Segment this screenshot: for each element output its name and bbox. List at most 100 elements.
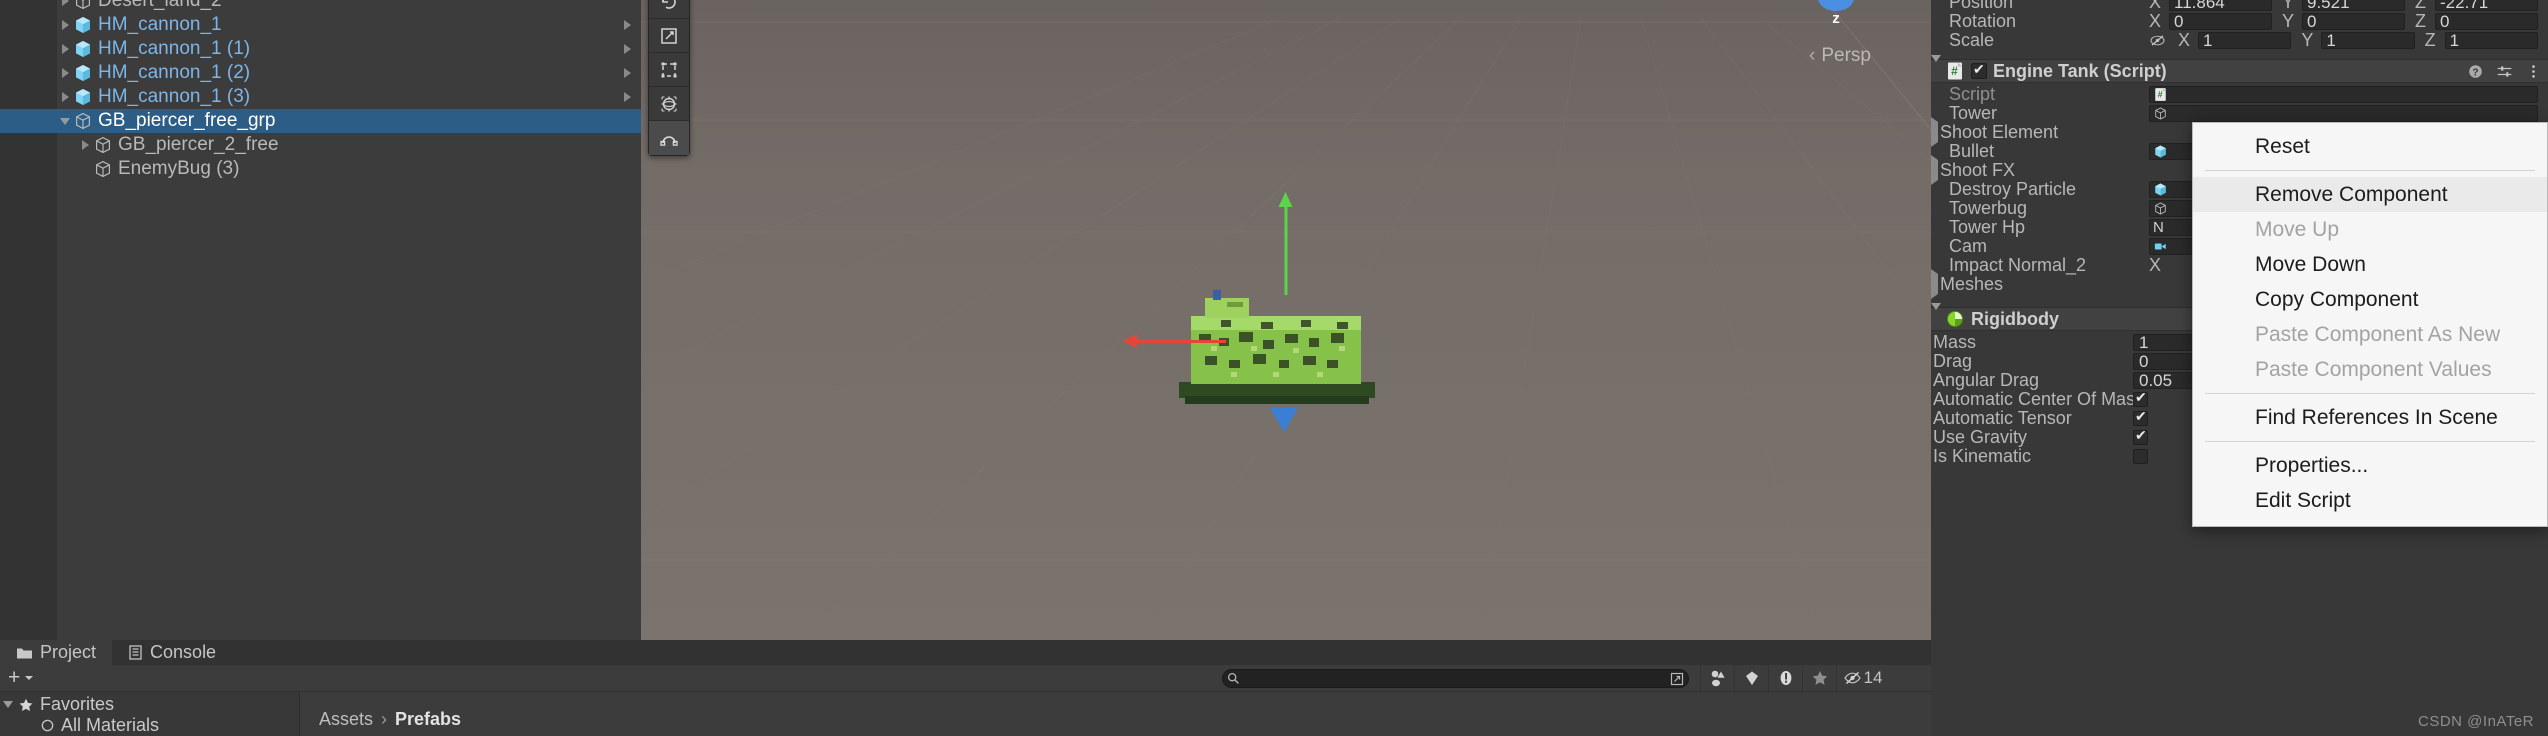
- expand-overflow-icon[interactable]: [624, 13, 631, 37]
- context-menu-item[interactable]: Properties...: [2193, 448, 2547, 483]
- prefab-cube-icon: [76, 0, 90, 10]
- hierarchy-item[interactable]: GB_piercer_2_free: [0, 133, 641, 157]
- property-checkbox[interactable]: [2133, 449, 2148, 464]
- gizmo-axis-z[interactable]: [1270, 408, 1298, 432]
- context-menu-item[interactable]: Move Down: [2193, 247, 2547, 282]
- hierarchy-item[interactable]: HM_cannon_1: [0, 13, 641, 37]
- scene-view[interactable]: z ‹ Persp: [641, 0, 1931, 640]
- rotate-tool-button[interactable]: [649, 0, 689, 19]
- twisty-down-icon[interactable]: [0, 701, 16, 708]
- project-toolbar[interactable]: + 14: [0, 665, 1931, 692]
- axis-input-z[interactable]: -22.71: [2435, 0, 2538, 11]
- breadcrumb[interactable]: Assets › Prefabs: [300, 692, 1931, 736]
- custom-tool-button[interactable]: [649, 121, 689, 155]
- property-checkbox[interactable]: [2133, 389, 2148, 407]
- project-panel[interactable]: Project Console + 14 Favorites All Mater…: [0, 640, 1931, 736]
- twisty-down-icon[interactable]: [1931, 303, 1941, 328]
- context-menu-item[interactable]: Edit Script: [2193, 483, 2547, 518]
- hierarchy-item[interactable]: EnemyBug (3): [0, 157, 641, 181]
- circle-icon: [41, 719, 54, 732]
- twisty-right-icon[interactable]: [57, 0, 73, 13]
- twisty-right-icon[interactable]: [77, 133, 93, 157]
- project-filter-icons[interactable]: 14: [1700, 665, 1888, 691]
- transform-row[interactable]: Rotation X 0 Y 0 Z 0: [1931, 11, 2548, 32]
- axis-input-x[interactable]: 11.864: [2169, 0, 2272, 11]
- search-by-label-button[interactable]: [1734, 665, 1768, 691]
- tree-item-favorites[interactable]: Favorites: [0, 694, 299, 715]
- axis-input-x[interactable]: 1: [2198, 32, 2292, 49]
- property-checkbox[interactable]: [2133, 427, 2148, 445]
- search-by-type-button[interactable]: [1700, 665, 1734, 691]
- hierarchy-panel[interactable]: Desert_land_2 HM_cannon_1 HM_cannon_1 (1) H…: [0, 0, 641, 640]
- warning-filter-button[interactable]: [1768, 665, 1802, 691]
- gizmo-axis-x[interactable]: [1122, 334, 1226, 348]
- help-icon[interactable]: ?: [2467, 63, 2484, 80]
- camera-mode-toggle[interactable]: ‹ Persp: [1809, 45, 1871, 67]
- hierarchy-item[interactable]: Desert_land_2: [0, 0, 641, 13]
- rect-tool-button[interactable]: [649, 53, 689, 87]
- component-context-menu[interactable]: Reset Remove Component Move Up Move Down Cop…: [2192, 122, 2548, 527]
- tab-console[interactable]: Console: [112, 640, 232, 665]
- axis-input-z[interactable]: 0: [2435, 13, 2538, 30]
- asset-search-field[interactable]: [1222, 669, 1689, 688]
- property-row[interactable]: Tower: [1931, 103, 2548, 123]
- context-menu-item[interactable]: Find References In Scene: [2193, 400, 2547, 435]
- gizmo-axis-y[interactable]: [1278, 192, 1293, 295]
- context-menu-item[interactable]: Copy Component: [2193, 282, 2547, 317]
- twisty-down-icon[interactable]: [57, 109, 73, 133]
- hierarchy-item[interactable]: GB_piercer_free_grp: [0, 109, 641, 133]
- tab-project[interactable]: Project: [0, 640, 113, 665]
- gizmo-axis-label: z: [1832, 10, 1840, 27]
- axis-input-y[interactable]: 0: [2302, 13, 2405, 30]
- vector3-field[interactable]: X1Y1Z1: [2178, 30, 2548, 51]
- axis-input-z[interactable]: 1: [2444, 32, 2538, 49]
- breadcrumb-root[interactable]: Assets: [319, 709, 373, 730]
- scale-link-off-icon[interactable]: [2149, 32, 2166, 49]
- axis-input-x[interactable]: 0: [2169, 13, 2272, 30]
- twisty-right-icon[interactable]: [57, 61, 73, 85]
- favorite-star-button[interactable]: [1802, 665, 1836, 691]
- twisty-right-icon[interactable]: [57, 37, 73, 61]
- component-header[interactable]: # Engine Tank (Script)?: [1931, 55, 2548, 83]
- property-checkbox[interactable]: [2133, 408, 2148, 426]
- twisty-right-icon[interactable]: [57, 13, 73, 37]
- hierarchy-list[interactable]: Desert_land_2 HM_cannon_1 HM_cannon_1 (1) H…: [0, 0, 641, 181]
- property-row[interactable]: Script #: [1931, 84, 2548, 104]
- object-reference-field[interactable]: [2149, 105, 2538, 122]
- create-asset-button[interactable]: +: [0, 666, 42, 690]
- chevron-down-icon: [25, 676, 34, 680]
- component-enabled-checkbox[interactable]: [1971, 61, 1987, 79]
- twisty-right-icon[interactable]: [57, 85, 73, 109]
- hidden-assets-count[interactable]: 14: [1836, 665, 1888, 691]
- hierarchy-item[interactable]: HM_cannon_1 (1): [0, 37, 641, 61]
- twisty-right-icon[interactable]: [1931, 155, 1938, 185]
- twisty-down-icon[interactable]: [1931, 55, 1941, 80]
- transform-tool-button[interactable]: [649, 87, 689, 121]
- scene-tool-strip[interactable]: [648, 0, 690, 156]
- context-menu-item[interactable]: Reset: [2193, 129, 2547, 164]
- component-header-icons[interactable]: ?: [2467, 60, 2542, 82]
- hierarchy-item[interactable]: HM_cannon_1 (3): [0, 85, 641, 109]
- expand-overflow-icon[interactable]: [624, 61, 631, 85]
- tree-item-all-materials[interactable]: All Materials: [0, 715, 299, 736]
- kebab-menu-icon[interactable]: [2525, 63, 2542, 80]
- expand-overflow-icon[interactable]: [624, 37, 631, 61]
- project-tab-bar[interactable]: Project Console: [0, 640, 1931, 665]
- axis-input-y[interactable]: 1: [2321, 32, 2415, 49]
- hierarchy-item[interactable]: HM_cannon_1 (2): [0, 61, 641, 85]
- preset-icon[interactable]: [2496, 63, 2513, 80]
- expand-overflow-icon[interactable]: [624, 85, 631, 109]
- transform-row[interactable]: Scale X 1 Y 1 Z 1: [1931, 30, 2548, 51]
- context-menu-list[interactable]: Reset Remove Component Move Up Move Down Cop…: [2193, 129, 2547, 518]
- axis-input-y[interactable]: 9.521: [2302, 0, 2405, 11]
- twisty-right-icon[interactable]: [1931, 269, 1938, 299]
- search-input[interactable]: [1240, 670, 1670, 687]
- project-folder-tree[interactable]: Favorites All Materials: [0, 692, 300, 736]
- open-search-window-icon[interactable]: [1670, 672, 1684, 686]
- twisty-right-icon[interactable]: [1931, 117, 1938, 147]
- context-menu-item[interactable]: Remove Component: [2193, 177, 2547, 212]
- object-reference-field[interactable]: #: [2149, 86, 2538, 103]
- vector3-field[interactable]: X0Y0Z0: [2149, 11, 2548, 32]
- breadcrumb-current[interactable]: Prefabs: [395, 709, 461, 730]
- scale-tool-button[interactable]: [649, 19, 689, 53]
